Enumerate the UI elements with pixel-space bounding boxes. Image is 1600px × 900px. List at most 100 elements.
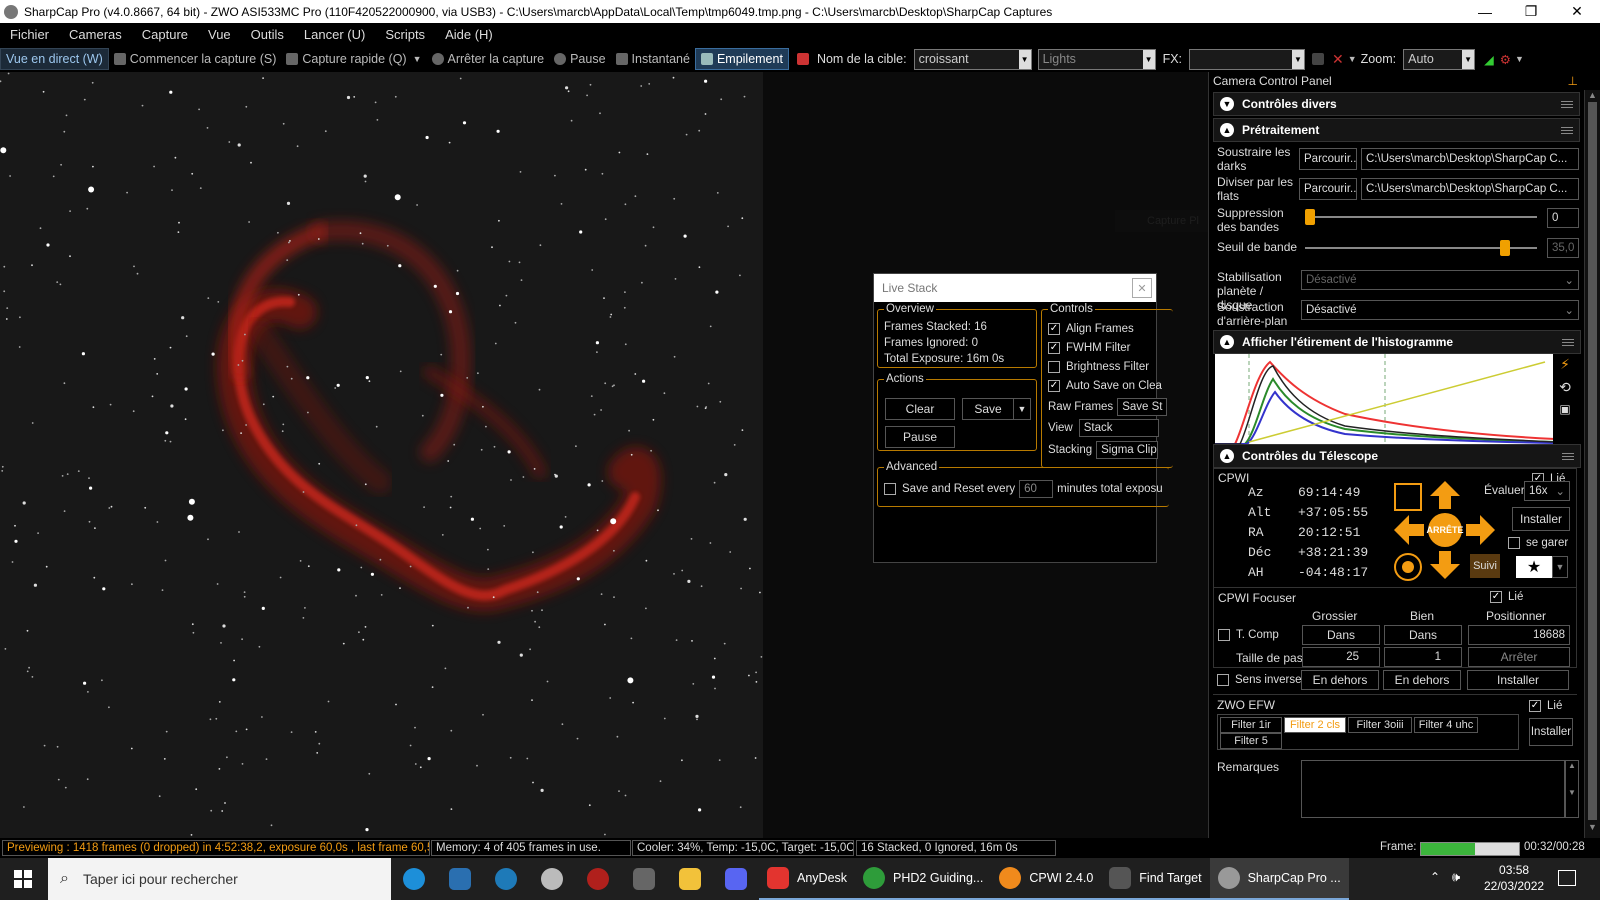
efw-install-button[interactable]: Installer xyxy=(1529,718,1573,746)
fwhm-filter-checkbox[interactable]: ✓ xyxy=(1048,341,1060,354)
flats-path-field[interactable]: C:\Users\marcb\Desktop\SharpCap C... xyxy=(1361,178,1579,200)
minimize-button[interactable]: — xyxy=(1462,4,1508,20)
clear-button[interactable]: Clear xyxy=(885,398,955,420)
target-name-combo[interactable]: croissant ▼ xyxy=(913,48,1032,70)
darks-browse-button[interactable]: Parcourir... xyxy=(1299,148,1357,170)
taskbar-cpwi[interactable]: CPWI 2.4.0 xyxy=(991,858,1102,900)
filter-2-button[interactable]: Filter 2 cls xyxy=(1284,717,1346,733)
filter-1-button[interactable]: Filter 1ir xyxy=(1220,717,1282,733)
darks-path-field[interactable]: C:\Users\marcb\Desktop\SharpCap C... xyxy=(1361,148,1579,170)
save-button[interactable]: Save xyxy=(962,398,1014,420)
menu-lancer[interactable]: Lancer (U) xyxy=(294,27,375,42)
maximize-button[interactable]: ❐ xyxy=(1508,3,1554,20)
start-capture-button[interactable]: Commencer la capture (S) xyxy=(109,48,282,70)
preprocessing-header[interactable]: ▲ Prétraitement xyxy=(1213,118,1580,142)
menu-icon[interactable] xyxy=(1562,451,1574,462)
taskbar-phd2[interactable]: PHD2 Guiding... xyxy=(855,858,992,900)
mount-install-button[interactable]: Installer xyxy=(1512,507,1570,531)
reverse-checkbox[interactable] xyxy=(1217,673,1229,686)
coarse-out-button[interactable]: En dehors xyxy=(1301,670,1379,690)
taskbar-find-target[interactable]: Find Target xyxy=(1101,858,1210,900)
rate-select[interactable]: 16x ⌄ xyxy=(1524,481,1570,501)
notes-textarea[interactable] xyxy=(1301,760,1565,818)
align-frames-checkbox[interactable]: ✓ xyxy=(1048,322,1060,335)
menu-icon[interactable] xyxy=(1561,99,1573,110)
coarse-step-spinner[interactable]: 25 xyxy=(1302,647,1380,667)
arrow-right-icon[interactable] xyxy=(1480,515,1495,545)
goto-icon[interactable] xyxy=(1394,483,1422,511)
taskbar-anydesk[interactable]: AnyDesk xyxy=(759,858,856,900)
settings-icon[interactable]: ⚙ xyxy=(1500,52,1511,67)
auto-save-checkbox[interactable]: ✓ xyxy=(1048,379,1060,392)
flats-browse-button[interactable]: Parcourir... xyxy=(1299,178,1357,200)
panel-scrollbar[interactable]: ▲ ▼ xyxy=(1584,90,1600,838)
arrow-up-stem[interactable] xyxy=(1439,495,1451,509)
park-row[interactable]: se garer xyxy=(1508,533,1568,552)
filter-4-button[interactable]: Filter 4 uhc xyxy=(1414,717,1478,733)
align-frames-row[interactable]: ✓ Align Frames xyxy=(1048,319,1167,338)
reticle-icon[interactable] xyxy=(1312,53,1325,65)
tray-clock[interactable]: 03:58 22/03/2022 xyxy=(1484,862,1544,894)
app-icon-a[interactable] xyxy=(437,858,483,900)
histogram-header[interactable]: ▲ Afficher l'étirement de l'histogramme xyxy=(1213,330,1581,354)
scroll-thumb[interactable] xyxy=(1588,102,1597,820)
menu-scripts[interactable]: Scripts xyxy=(375,27,435,42)
fwhm-filter-row[interactable]: ✓ FWHM Filter xyxy=(1048,338,1167,357)
fx-combo[interactable]: ▼ xyxy=(1189,48,1306,70)
tcomp-row[interactable]: T. Comp xyxy=(1218,625,1279,644)
quick-capture-button[interactable]: Capture rapide (Q) ▼ xyxy=(281,48,426,70)
app-icon-red[interactable] xyxy=(575,858,621,900)
band-threshold-slider[interactable] xyxy=(1305,240,1537,256)
banding-value[interactable]: 0 xyxy=(1547,208,1579,228)
lightning-icon[interactable]: ⚡ xyxy=(1553,356,1577,373)
discord-icon[interactable] xyxy=(713,858,759,900)
pause-stack-button[interactable]: Pause xyxy=(885,426,955,448)
fine-step-spinner[interactable]: 1 xyxy=(1384,647,1462,667)
stop-button[interactable]: ARRÊTE xyxy=(1427,513,1464,547)
tray-chevron-icon[interactable]: ⌃ xyxy=(1430,870,1440,884)
histogram-chart[interactable] xyxy=(1215,354,1556,445)
brightness-filter-row[interactable]: Brightness Filter xyxy=(1048,357,1167,376)
save-icon[interactable]: ▣ xyxy=(1553,402,1577,416)
app-icon-planet[interactable] xyxy=(529,858,575,900)
telescope-header[interactable]: ▲ Contrôles du Télescope xyxy=(1213,444,1581,468)
tracking-button[interactable]: Suivi xyxy=(1470,554,1500,578)
focuser-linked-checkbox[interactable]: ✓ xyxy=(1490,590,1502,603)
arrow-left-stem[interactable] xyxy=(1408,524,1424,536)
close-button[interactable]: ✕ xyxy=(1554,3,1600,20)
stacking-button[interactable]: Empilement xyxy=(694,48,789,70)
focuser-linked-row[interactable]: ✓ Lié xyxy=(1490,587,1523,606)
tcomp-checkbox[interactable] xyxy=(1218,628,1230,641)
brightness-filter-checkbox[interactable] xyxy=(1048,360,1060,373)
notes-scrollbar[interactable]: ▲ ▼ xyxy=(1565,760,1579,818)
background-select[interactable]: Désactivé ⌄ xyxy=(1301,300,1579,320)
reverse-row[interactable]: Sens inverse xyxy=(1217,670,1301,689)
zoom-combo[interactable]: Auto ▼ xyxy=(1403,48,1476,70)
stop-capture-button[interactable]: Arrêter la capture xyxy=(427,48,550,70)
menu-cameras[interactable]: Cameras xyxy=(59,27,132,42)
arrow-down-icon[interactable] xyxy=(1430,564,1460,579)
taskbar-sharpcap[interactable]: SharpCap Pro ... xyxy=(1209,858,1349,900)
coarse-in-button[interactable]: Dans xyxy=(1302,625,1380,645)
menu-capture[interactable]: Capture xyxy=(132,27,198,42)
menu-vue[interactable]: Vue xyxy=(198,27,241,42)
banding-slider-thumb[interactable] xyxy=(1305,209,1315,225)
menu-aide[interactable]: Aide (H) xyxy=(435,27,503,42)
volume-icon[interactable]: 🕪 xyxy=(1452,869,1460,885)
menu-icon[interactable] xyxy=(1561,125,1573,136)
live-image[interactable] xyxy=(0,72,763,838)
reset-icon[interactable]: ⟲ xyxy=(1553,379,1577,396)
efw-linked-row[interactable]: ✓ Lié xyxy=(1529,696,1562,715)
fine-in-button[interactable]: Dans xyxy=(1384,625,1462,645)
histogram-icon[interactable]: ◢ xyxy=(1484,52,1494,67)
view-select[interactable]: Stack xyxy=(1078,418,1159,437)
file-explorer-icon[interactable] xyxy=(667,858,713,900)
frame-type-combo[interactable]: Lights ▼ xyxy=(1037,48,1156,70)
stacking-select[interactable]: Sigma Clipp xyxy=(1096,440,1159,459)
scroll-up-icon[interactable]: ▲ xyxy=(1585,90,1600,100)
snapshot-button[interactable]: Instantané xyxy=(611,48,695,70)
save-reset-spinner[interactable]: 60 xyxy=(1019,479,1054,498)
pause-button[interactable]: Pause xyxy=(549,48,610,70)
app-icon-star[interactable] xyxy=(621,858,667,900)
save-reset-checkbox[interactable] xyxy=(884,482,896,495)
